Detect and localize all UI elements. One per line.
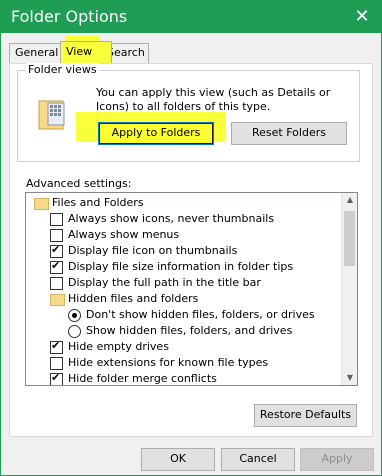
scroll-down-icon[interactable]: ▼ (345, 373, 355, 383)
advanced-settings-list[interactable]: Files and Folders Always show icons, nev… (25, 192, 358, 386)
folder-icon (34, 198, 49, 210)
checkbox[interactable] (50, 229, 63, 242)
scroll-thumb[interactable] (344, 211, 355, 266)
checkbox[interactable] (50, 258, 63, 274)
list-item-label: Display file size information in folder … (68, 260, 294, 273)
folder-icon (50, 294, 65, 306)
checkbox[interactable] (50, 277, 63, 290)
radio-button[interactable] (68, 309, 81, 322)
folder-views-group: Folder views You can apply this view (su… (17, 63, 360, 162)
reset-folders-button[interactable]: Reset Folders (231, 122, 347, 145)
checkbox[interactable] (50, 242, 63, 258)
list-item-label: Hidden files and folders (68, 292, 199, 305)
apply-button[interactable]: Apply (300, 448, 374, 471)
scroll-up-icon[interactable]: ▲ (345, 195, 355, 205)
folder-views-title: Folder views (26, 63, 99, 76)
checkbox[interactable] (50, 370, 63, 385)
list-item-label: Hide extensions for known file types (68, 356, 269, 369)
list-item-label: Display file icon on thumbnails (68, 244, 238, 257)
tab-view[interactable]: View (60, 41, 112, 63)
folder-options-window: Folder Options ✕ General View Search Fol… (0, 0, 382, 476)
cancel-button[interactable]: Cancel (221, 448, 295, 471)
list-item-label: Hide folder merge conflicts (68, 372, 217, 385)
window-title: Folder Options (11, 7, 128, 26)
list-item-label: Always show menus (68, 228, 180, 241)
ok-button[interactable]: OK (141, 448, 215, 471)
list-item-label: Hide empty drives (68, 340, 169, 353)
list-item-label: Files and Folders (52, 196, 144, 209)
checkbox[interactable] (50, 213, 63, 226)
folder-views-icon (38, 100, 65, 130)
apply-to-folders-button[interactable]: Apply to Folders (98, 122, 214, 145)
radio-button[interactable] (68, 325, 81, 338)
list-item-label: Show hidden files, folders, and drives (86, 324, 293, 337)
list-item-label: Display the full path in the title bar (68, 276, 261, 289)
advanced-settings-label: Advanced settings: (26, 177, 132, 190)
checkbox[interactable] (50, 338, 63, 354)
advanced-list-scrollbar[interactable]: ▲ ▼ (341, 193, 357, 385)
list-item-label: Don't show hidden files, folders, or dri… (86, 308, 315, 321)
folder-views-description: You can apply this view (such as Details… (96, 86, 331, 113)
tab-general[interactable]: General (9, 43, 62, 63)
title-bar[interactable]: Folder Options ✕ (1, 1, 381, 33)
restore-defaults-button[interactable]: Restore Defaults (254, 404, 357, 427)
checkbox[interactable] (50, 357, 63, 370)
list-item-label: Always show icons, never thumbnails (68, 212, 275, 225)
close-icon[interactable]: ✕ (349, 4, 375, 30)
